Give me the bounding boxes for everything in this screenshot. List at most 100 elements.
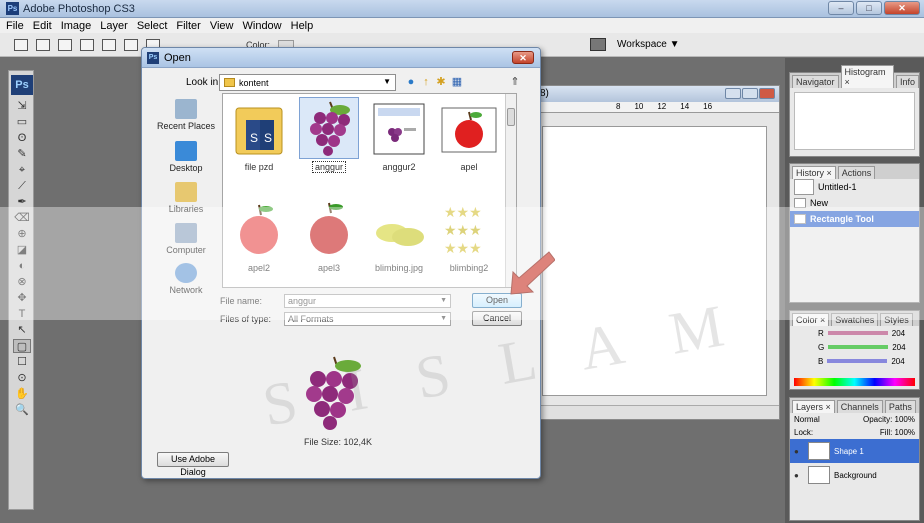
tab-info[interactable]: Info bbox=[895, 75, 919, 88]
tool-preset-icon[interactable] bbox=[14, 38, 28, 51]
menu-window[interactable]: Window bbox=[243, 20, 282, 32]
place-network[interactable]: Network bbox=[155, 263, 217, 295]
eraser-tool-icon[interactable]: ◐ bbox=[13, 259, 31, 273]
blue-slider[interactable]: B 204 bbox=[790, 354, 919, 368]
hand-tool-icon[interactable]: ✋ bbox=[13, 387, 31, 401]
move-tool-icon[interactable]: ⇲ bbox=[13, 99, 31, 113]
minimize-button[interactable]: – bbox=[828, 1, 854, 15]
place-computer[interactable]: Computer bbox=[155, 223, 217, 255]
tab-styles[interactable]: Styles bbox=[880, 313, 913, 326]
look-in-select[interactable]: kontent ▼ bbox=[219, 74, 396, 91]
view-menu-icon[interactable]: ▦ bbox=[450, 75, 464, 89]
place-libraries[interactable]: Libraries bbox=[155, 182, 217, 214]
slider-track[interactable] bbox=[828, 345, 889, 349]
menu-view[interactable]: View bbox=[210, 20, 234, 32]
tab-history[interactable]: History × bbox=[792, 166, 836, 179]
color-spectrum[interactable] bbox=[794, 378, 915, 386]
file-item[interactable]: anggur2 bbox=[367, 98, 431, 172]
healing-brush-icon[interactable]: ✒ bbox=[13, 195, 31, 209]
layer-row[interactable]: ● Background bbox=[790, 463, 919, 487]
file-name-input[interactable]: anggur ▼ bbox=[284, 294, 451, 308]
zoom-tool-icon[interactable]: 🔍 bbox=[13, 403, 31, 417]
history-step-selected[interactable]: Rectangle Tool bbox=[790, 211, 919, 227]
menu-help[interactable]: Help bbox=[291, 20, 314, 32]
file-item-selected[interactable]: anggur bbox=[297, 97, 361, 173]
lasso-tool-icon[interactable]: ʘ bbox=[13, 131, 31, 145]
file-item[interactable]: apel3 bbox=[297, 199, 361, 273]
place-recent[interactable]: Recent Places bbox=[155, 99, 217, 131]
notes-tool-icon[interactable]: ☐ bbox=[13, 355, 31, 369]
tab-swatches[interactable]: Swatches bbox=[831, 313, 879, 326]
maximize-button[interactable]: □ bbox=[856, 1, 882, 15]
tab-navigator[interactable]: Navigator bbox=[792, 75, 839, 88]
type-tool-icon[interactable]: T bbox=[13, 307, 31, 321]
file-item[interactable]: ★★★ ★★★ ★★★ blimbing2 bbox=[437, 199, 501, 273]
back-icon[interactable]: ● bbox=[404, 75, 418, 89]
red-slider[interactable]: R 204 bbox=[790, 326, 919, 340]
opacity-field[interactable]: Opacity: 100% bbox=[863, 415, 915, 424]
blend-mode-select[interactable]: Normal bbox=[794, 415, 820, 424]
tab-actions[interactable]: Actions bbox=[837, 166, 876, 179]
fill-field[interactable]: Fill: 100% bbox=[880, 428, 915, 437]
history-brush-icon[interactable]: ◪ bbox=[13, 243, 31, 257]
brush-tool-icon[interactable]: ⌫ bbox=[13, 211, 31, 225]
file-item[interactable]: apel2 bbox=[227, 199, 291, 273]
green-slider[interactable]: G 204 bbox=[790, 340, 919, 354]
rectangle-shape-icon[interactable] bbox=[102, 38, 116, 51]
tab-color[interactable]: Color × bbox=[792, 313, 830, 326]
slider-track[interactable] bbox=[827, 331, 888, 335]
bridge-icon[interactable] bbox=[590, 38, 606, 51]
tab-paths[interactable]: Paths bbox=[884, 400, 916, 413]
pen-tool-icon[interactable] bbox=[80, 38, 94, 51]
rounded-rectangle-icon[interactable] bbox=[124, 38, 138, 51]
eye-icon[interactable]: ● bbox=[794, 447, 804, 456]
new-folder-icon[interactable]: ✱ bbox=[434, 75, 448, 89]
clone-stamp-icon[interactable]: ⊕ bbox=[13, 227, 31, 241]
menu-filter[interactable]: Filter bbox=[176, 20, 200, 32]
scrollbar-thumb[interactable] bbox=[507, 108, 515, 126]
doc-close-button[interactable] bbox=[759, 88, 775, 99]
eyedropper-icon[interactable]: ⊙ bbox=[13, 371, 31, 385]
doc-minimize-button[interactable] bbox=[725, 88, 741, 99]
path-select-icon[interactable]: ↖ bbox=[13, 323, 31, 337]
doc-maximize-button[interactable] bbox=[742, 88, 758, 99]
paths-icon[interactable] bbox=[58, 38, 72, 51]
shape-layers-icon[interactable] bbox=[36, 38, 50, 51]
rectangle-tool-icon[interactable]: ▢ bbox=[13, 339, 31, 353]
workspace-button[interactable]: Workspace ▼ bbox=[617, 39, 680, 50]
document-canvas[interactable] bbox=[542, 126, 767, 396]
tab-histogram[interactable]: Histogram × bbox=[840, 65, 894, 88]
chevron-down-icon[interactable]: ▼ bbox=[440, 313, 447, 325]
cancel-button[interactable]: Cancel bbox=[472, 311, 522, 326]
crop-tool-icon[interactable]: ⌖ bbox=[13, 163, 31, 177]
eye-icon[interactable]: ● bbox=[794, 471, 804, 480]
magic-wand-icon[interactable]: ✎ bbox=[13, 147, 31, 161]
files-of-type-select[interactable]: All Formats ▼ bbox=[284, 312, 451, 326]
stars-thumbnail: ★★★ ★★★ ★★★ bbox=[444, 205, 482, 257]
menu-edit[interactable]: Edit bbox=[33, 20, 52, 32]
use-adobe-dialog-button[interactable]: Use Adobe Dialog bbox=[157, 452, 229, 477]
file-item[interactable]: blimbing.jpg bbox=[367, 199, 431, 273]
chevron-down-icon[interactable]: ▼ bbox=[440, 295, 447, 307]
dialog-close-button[interactable]: ✕ bbox=[512, 51, 534, 64]
blur-tool-icon[interactable]: ✥ bbox=[13, 291, 31, 305]
tab-channels[interactable]: Channels bbox=[836, 400, 883, 413]
gradient-tool-icon[interactable]: ⊗ bbox=[13, 275, 31, 289]
up-folder-icon[interactable]: ↑ bbox=[419, 75, 433, 89]
slider-track[interactable] bbox=[827, 359, 888, 363]
file-item[interactable]: S S file pzd bbox=[227, 98, 291, 172]
history-snapshot[interactable]: Untitled-1 bbox=[790, 179, 919, 195]
close-button[interactable]: ✕ bbox=[884, 1, 920, 15]
file-item[interactable]: apel bbox=[437, 98, 501, 172]
folder-up-icon[interactable]: ⇑ bbox=[508, 75, 522, 89]
menu-file[interactable]: File bbox=[6, 20, 24, 32]
menu-image[interactable]: Image bbox=[61, 20, 92, 32]
history-step[interactable]: New bbox=[790, 195, 919, 211]
tab-layers[interactable]: Layers × bbox=[792, 400, 835, 413]
slice-tool-icon[interactable]: ⟋ bbox=[13, 179, 31, 193]
layer-row[interactable]: ● Shape 1 bbox=[790, 439, 919, 463]
menu-layer[interactable]: Layer bbox=[100, 20, 128, 32]
menu-select[interactable]: Select bbox=[137, 20, 168, 32]
place-desktop[interactable]: Desktop bbox=[155, 141, 217, 173]
marquee-tool-icon[interactable]: ▭ bbox=[13, 115, 31, 129]
